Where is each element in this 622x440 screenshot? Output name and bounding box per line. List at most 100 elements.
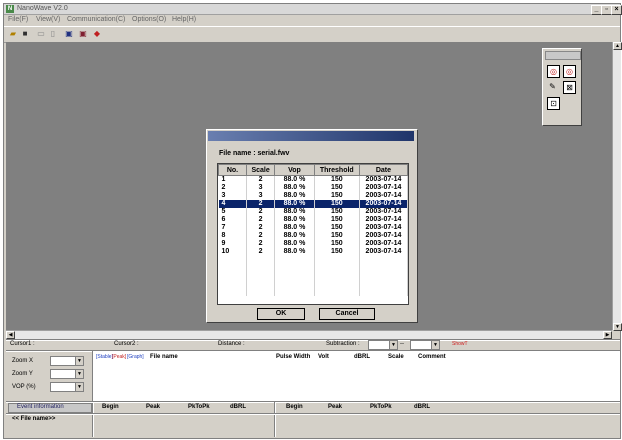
table-row[interactable]: 10 2 88.0 % 150 2003-07-14 — [218, 248, 409, 256]
vertical-scrollbar[interactable]: ▲ ▼ — [612, 42, 622, 331]
empty-cell — [359, 264, 409, 272]
stop-icon[interactable]: ◆ — [92, 29, 102, 39]
empty-cell — [218, 264, 247, 272]
scroll-down-icon[interactable]: ▼ — [613, 323, 622, 331]
empty-cell — [359, 288, 409, 296]
vop-select[interactable]: ▼ — [50, 382, 84, 392]
horizontal-scrollbar[interactable]: ◀ ▶ — [6, 330, 612, 339]
table-cell: 150 — [314, 232, 360, 240]
scroll-right-icon[interactable]: ▶ — [603, 331, 612, 339]
table-row[interactable]: 1 2 88.0 % 150 2003-07-14 — [218, 175, 409, 184]
table-cell: 4 — [218, 200, 247, 208]
ok-button[interactable]: OK — [257, 308, 305, 320]
empty-row — [218, 256, 409, 264]
table-row[interactable]: 4 2 88.0 % 150 2003-07-14 — [218, 200, 409, 208]
open-folder-icon[interactable]: ▰ — [8, 29, 18, 39]
column-header-vop[interactable]: Vop — [274, 164, 315, 176]
marker-tool-icon[interactable]: ◎ — [563, 65, 576, 78]
chevron-down-icon[interactable]: ▼ — [75, 383, 83, 391]
zoom-y-select[interactable]: ▼ — [50, 369, 84, 379]
table-cell: 2 — [246, 200, 276, 208]
chevron-down-icon[interactable]: ▼ — [431, 341, 439, 349]
table-cell: 88.0 % — [274, 192, 315, 200]
record-table[interactable]: No. Scale Vop Threshold Date 1 2 88.0 % 150… — [217, 163, 409, 305]
dialog-title-bar[interactable] — [208, 131, 414, 141]
empty-cell — [314, 280, 360, 288]
subtraction-select-1[interactable]: ▼ — [368, 340, 398, 350]
transfer-icon[interactable]: ▣ — [78, 29, 88, 39]
empty-cell — [314, 264, 360, 272]
table-cell: 88.0 % — [274, 248, 315, 256]
column-header-no[interactable]: No. — [218, 164, 247, 176]
table-cell: 150 — [314, 224, 360, 232]
empty-cell — [218, 256, 247, 264]
empty-row — [218, 288, 409, 296]
menu-help[interactable]: Help(H) — [172, 16, 196, 23]
table-cell: 2 — [218, 184, 247, 192]
cancel-button[interactable]: Cancel — [319, 308, 375, 320]
graph-tag[interactable]: [Graph] — [127, 354, 144, 360]
print-icon[interactable]: ▭ — [36, 29, 46, 39]
list-header-pulse-width: Pulse Width — [276, 354, 311, 360]
empty-cell — [218, 272, 247, 280]
event-info-tab[interactable]: Event information — [8, 403, 92, 413]
vop-label: VOP (%) — [12, 384, 36, 390]
print-preview-icon[interactable]: ▯ — [48, 29, 58, 39]
divider — [274, 402, 276, 437]
table-row[interactable]: 2 3 88.0 % 150 2003-07-14 — [218, 184, 409, 192]
pencil-tool-icon[interactable]: ✎ — [547, 81, 558, 92]
cursor2-label: Cursor2 : — [114, 341, 139, 347]
window-title: NanoWave V2.0 — [17, 5, 68, 12]
menu-bar: File(F) View(V) Communication(C) Options… — [4, 15, 620, 25]
measure-tool-icon[interactable]: ⊠ — [563, 81, 576, 94]
toolbar: ▰ ■ ▭ ▯ ▣ ▣ ◆ — [4, 26, 620, 43]
empty-cell — [359, 280, 409, 288]
event-col-peak-2: Peak — [328, 404, 343, 410]
zoom-x-select[interactable]: ▼ — [50, 356, 84, 366]
table-cell: 2 — [246, 208, 276, 216]
table-row[interactable]: 9 2 88.0 % 150 2003-07-14 — [218, 240, 409, 248]
stable-tag[interactable]: [Stable] — [96, 354, 113, 360]
show-label[interactable]: ShowT — [452, 341, 468, 347]
empty-cell — [274, 280, 315, 288]
file-list-dialog: File name : serial.fwv No. Scale Vop Thr… — [206, 129, 418, 323]
chevron-down-icon[interactable]: ▼ — [389, 341, 397, 349]
connect-icon[interactable]: ▣ — [64, 29, 74, 39]
palette-title-bar[interactable] — [545, 51, 581, 60]
menu-communication[interactable]: Communication(C) — [67, 16, 125, 23]
close-button[interactable]: × — [611, 5, 622, 15]
menu-options[interactable]: Options(O) — [132, 16, 166, 23]
table-cell: 150 — [314, 240, 360, 248]
table-cell: 2 — [246, 248, 276, 256]
menu-view[interactable]: View(V) — [36, 16, 60, 23]
save-icon[interactable]: ■ — [20, 29, 30, 39]
column-header-scale[interactable]: Scale — [245, 164, 276, 176]
scroll-up-icon[interactable]: ▲ — [613, 42, 622, 50]
zoom-tool-icon[interactable]: ⊡ — [547, 97, 560, 110]
table-cell: 2003-07-14 — [359, 175, 409, 184]
subtraction-select-2[interactable]: ▼ — [410, 340, 440, 350]
column-header-date[interactable]: Date — [358, 164, 409, 176]
table-cell: 2003-07-14 — [359, 232, 409, 240]
table-row[interactable]: 6 2 88.0 % 150 2003-07-14 — [218, 216, 409, 224]
chevron-down-icon[interactable]: ▼ — [75, 370, 83, 378]
menu-file[interactable]: File(F) — [8, 16, 28, 23]
table-cell: 3 — [218, 192, 247, 200]
peak-tag[interactable]: [Peak] — [112, 354, 126, 360]
table-cell: 88.0 % — [274, 184, 315, 192]
table-cell: 150 — [314, 200, 360, 208]
cursor-tool-icon[interactable]: ◎ — [547, 65, 560, 78]
table-row[interactable]: 7 2 88.0 % 150 2003-07-14 — [218, 224, 409, 232]
event-col-begin-1: Begin — [102, 404, 119, 410]
table-row[interactable]: 3 3 88.0 % 150 2003-07-14 — [218, 192, 409, 200]
table-cell: 88.0 % — [274, 216, 315, 224]
column-header-threshold[interactable]: Threshold — [313, 164, 360, 176]
table-row[interactable]: 8 2 88.0 % 150 2003-07-14 — [218, 232, 409, 240]
table-cell: 5 — [218, 208, 247, 216]
scroll-left-icon[interactable]: ◀ — [6, 331, 15, 339]
table-row[interactable]: 5 2 88.0 % 150 2003-07-14 — [218, 208, 409, 216]
table-cell: 88.0 % — [274, 208, 315, 216]
chevron-down-icon[interactable]: ▼ — [75, 357, 83, 365]
empty-row — [218, 264, 409, 272]
table-cell: 88.0 % — [274, 232, 315, 240]
